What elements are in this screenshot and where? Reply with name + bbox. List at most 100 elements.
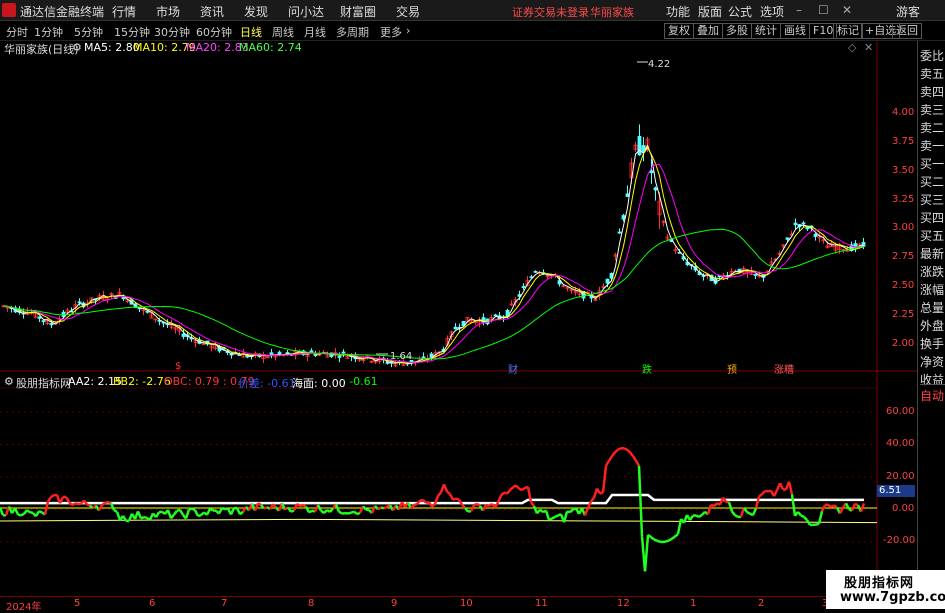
event-marker[interactable]: 跌 <box>642 361 652 376</box>
oscillator-segment <box>636 461 639 466</box>
sidebar-item[interactable]: 委比 <box>920 47 945 64</box>
oscillator-segment <box>108 502 111 503</box>
auto-toggle[interactable]: 自动 <box>920 384 945 404</box>
candle-body <box>534 271 537 272</box>
oscillator-segment <box>363 506 366 509</box>
sidebar-item[interactable]: 卖四 <box>920 83 945 100</box>
oscillator-segment <box>339 512 342 514</box>
event-marker[interactable]: $ <box>175 361 181 372</box>
oscillator-segment <box>780 483 783 489</box>
oscillator-segment <box>630 452 633 456</box>
oscillator-segment <box>477 504 480 506</box>
oscillator-segment <box>198 515 201 516</box>
oscillator-segment <box>498 496 501 503</box>
oscillator-segment <box>723 498 726 502</box>
oscillator-segment <box>603 466 606 493</box>
oscillator-segment <box>798 512 801 516</box>
gear-icon[interactable]: ⚙ <box>4 375 14 388</box>
oscillator-segment <box>39 511 42 512</box>
oscillator-segment <box>447 492 450 494</box>
oscillator-segment <box>708 505 711 515</box>
bb2-line <box>0 519 877 522</box>
kline-chart[interactable] <box>0 0 945 609</box>
oscillator-segment <box>540 510 543 512</box>
oscillator-segment <box>357 513 360 514</box>
sidebar-item[interactable]: 卖二 <box>920 119 945 136</box>
event-marker[interactable]: 涨糟 <box>774 361 794 376</box>
sea-value: 海面: 0.00 <box>292 375 346 391</box>
oscillator-segment <box>381 508 384 509</box>
sidebar-item[interactable]: 最新 <box>920 245 945 262</box>
oscillator-segment <box>651 537 654 539</box>
sidebar-item[interactable]: 买一 <box>920 155 945 172</box>
oscillator-segment <box>453 499 456 500</box>
indicator-tick: -20.00 <box>883 535 915 546</box>
time-axis: 2024年 5 6 7 8 9 10 11 12 1 2 3 <box>0 596 877 610</box>
oscillator-segment <box>861 503 864 511</box>
sidebar-item[interactable]: 买二 <box>920 173 945 190</box>
oscillator-segment <box>792 494 795 516</box>
oscillator-segment <box>438 492 441 496</box>
sidebar-item[interactable]: 买四 <box>920 209 945 226</box>
oscillator-segment <box>639 466 642 537</box>
sidebar-item[interactable]: 外盘 <box>920 317 945 334</box>
oscillator-segment <box>450 494 453 500</box>
candle-body <box>814 234 817 236</box>
oscillator-segment <box>303 505 306 507</box>
sidebar-item[interactable]: 涨幅 <box>920 281 945 298</box>
candle-body <box>182 334 185 337</box>
oscillator-segment <box>240 512 243 514</box>
sidebar-item[interactable]: 卖一 <box>920 137 945 154</box>
oscillator-segment <box>0 507 3 515</box>
oscillator-segment <box>51 495 54 497</box>
sidebar-item[interactable]: 卖五 <box>920 65 945 82</box>
oscillator-segment <box>654 539 657 541</box>
sidebar-item[interactable]: 卖三 <box>920 101 945 118</box>
oscillator-segment <box>591 498 594 502</box>
candle-body <box>638 136 641 154</box>
candle-body <box>802 223 805 224</box>
oscillator-segment <box>348 513 351 514</box>
candle-body <box>146 311 149 312</box>
oscillator-segment <box>702 512 705 515</box>
oscillator-segment <box>606 461 609 466</box>
oscillator-segment <box>774 490 777 496</box>
oscillator-segment <box>324 510 327 513</box>
time-label: 2 <box>758 598 764 609</box>
low-price-mark: 1.64 <box>390 351 412 362</box>
oscillator-segment <box>756 496 759 508</box>
oscillator-segment <box>87 505 90 506</box>
oscillator-segment <box>414 504 417 505</box>
last-value: : -0.61 <box>342 375 378 388</box>
time-label: 11 <box>535 598 548 609</box>
event-marker[interactable]: 财 <box>508 361 518 376</box>
oscillator-segment <box>444 484 447 491</box>
candle-body <box>786 238 789 240</box>
indicator-name[interactable]: 股朋指标网 <box>16 375 71 391</box>
candle-body <box>606 279 609 283</box>
oscillator-segment <box>645 535 648 572</box>
sidebar-item[interactable]: 总量 <box>920 299 945 316</box>
oscillator-segment <box>222 508 225 509</box>
oscillator-segment <box>735 515 738 517</box>
oscillator-segment <box>273 504 276 507</box>
time-label: 10 <box>460 598 473 609</box>
sidebar-item[interactable]: 涨跌 <box>920 263 945 280</box>
candle-body <box>622 216 625 220</box>
sidebar-item[interactable]: 买五 <box>920 227 945 244</box>
oscillator-segment <box>30 512 33 513</box>
sidebar-item[interactable]: 换手 <box>920 335 945 352</box>
oscillator-segment <box>633 456 636 461</box>
time-label: 7 <box>221 598 227 609</box>
sidebar-item[interactable]: 净资 <box>920 353 945 370</box>
oscillator-segment <box>156 512 159 517</box>
candle-body <box>794 223 797 225</box>
oscillator-segment <box>354 512 357 514</box>
oscillator-segment <box>516 485 519 488</box>
sidebar-item[interactable]: 买三 <box>920 191 945 208</box>
high-price-mark: 4.22 <box>648 59 670 70</box>
oscillator-segment <box>597 489 600 494</box>
event-marker[interactable]: 预 <box>727 361 737 376</box>
time-label: 9 <box>391 598 397 609</box>
oscillator-segment <box>789 482 792 495</box>
